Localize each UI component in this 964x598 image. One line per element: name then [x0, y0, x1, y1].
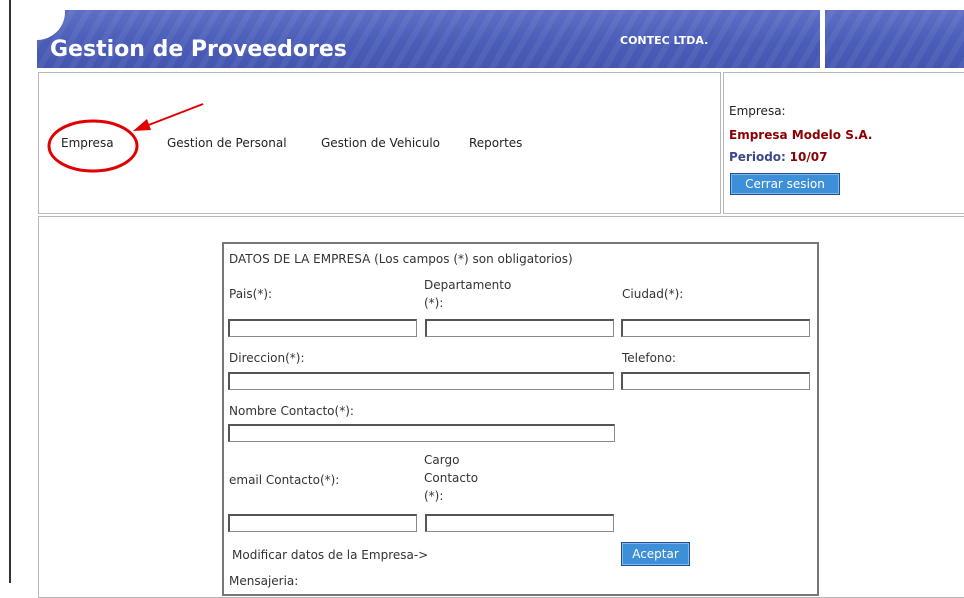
header-corner — [37, 10, 65, 40]
header-divider — [820, 10, 825, 68]
ciudad-label: Ciudad(*): — [622, 287, 684, 301]
period-value: 10/07 — [789, 150, 828, 164]
company-name: Empresa Modelo S.A. — [729, 128, 873, 142]
cargo-label-line1: Cargo — [424, 453, 460, 467]
nombre-contacto-input[interactable] — [228, 424, 615, 442]
departamento-label-line2: (*): — [424, 296, 444, 310]
logout-button[interactable]: Cerrar sesion — [730, 173, 840, 195]
app-title: Gestion de Proveedores — [50, 37, 347, 62]
session-panel: Empresa: Empresa Modelo S.A. Periodo: 10… — [723, 72, 964, 214]
direccion-input[interactable] — [228, 372, 614, 390]
company-label: Empresa: — [729, 104, 786, 118]
cargo-contacto-label: Cargo Contacto (*): — [424, 451, 478, 505]
main-nav: Empresa Gestion de Personal Gestion de V… — [38, 72, 721, 214]
departamento-input[interactable] — [425, 319, 614, 337]
modificar-datos-link[interactable]: Modificar datos de la Empresa-> — [232, 546, 428, 564]
mensajeria-label: Mensajeria: — [229, 574, 299, 588]
company-form: DATOS DE LA EMPRESA (Los campos (*) son … — [222, 242, 819, 596]
telefono-label: Telefono: — [622, 351, 676, 365]
cargo-label-line2: Contacto — [424, 471, 479, 485]
form-title: DATOS DE LA EMPRESA (Los campos (*) son … — [229, 252, 573, 266]
nav-item-gestion-personal[interactable]: Gestion de Personal — [167, 136, 287, 150]
cargo-label-line3: (*): — [424, 489, 444, 503]
period-label: Periodo: — [729, 150, 786, 164]
left-border-line — [9, 0, 11, 583]
direccion-label: Direccion(*): — [229, 351, 305, 365]
pais-input[interactable] — [228, 319, 417, 337]
app-header: Gestion de Proveedores CONTEC LTDA. — [37, 10, 964, 68]
company-brand: CONTEC LTDA. — [620, 34, 709, 47]
ciudad-input[interactable] — [621, 319, 810, 337]
departamento-label-line1: Departamento — [424, 278, 512, 292]
email-contacto-input[interactable] — [228, 514, 417, 532]
telefono-input[interactable] — [621, 372, 810, 390]
email-contacto-label: email Contacto(*): — [229, 473, 340, 487]
nombre-contacto-label: Nombre Contacto(*): — [229, 404, 354, 418]
period-info: Periodo: 10/07 — [729, 150, 827, 164]
accept-button[interactable]: Aceptar — [621, 542, 690, 566]
pais-label: Pais(*): — [229, 287, 273, 301]
nav-item-empresa[interactable]: Empresa — [61, 136, 114, 150]
nav-item-gestion-vehiculo[interactable]: Gestion de Vehiculo — [321, 136, 440, 150]
cargo-contacto-input[interactable] — [425, 514, 614, 532]
nav-item-reportes[interactable]: Reportes — [469, 136, 522, 150]
departamento-label: Departamento (*): — [424, 276, 511, 312]
